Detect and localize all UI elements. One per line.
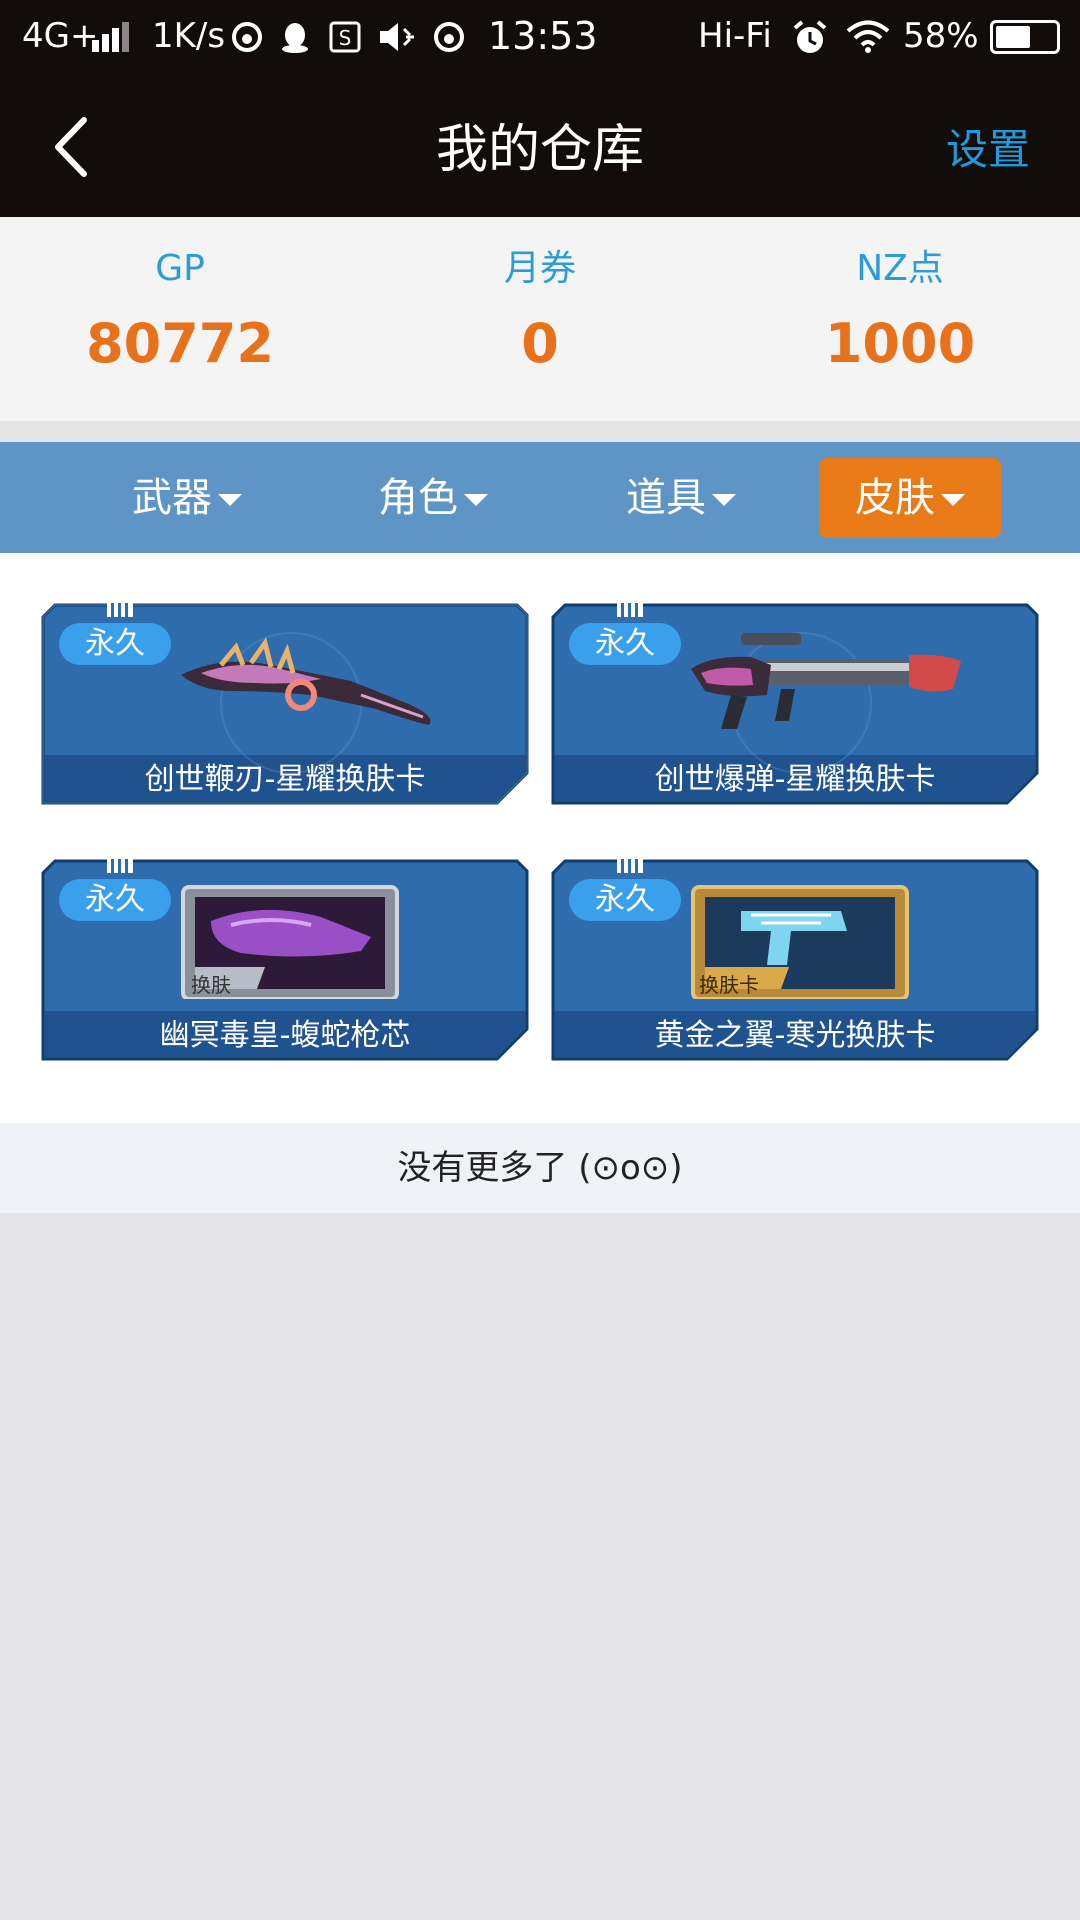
no-more-indicator: 没有更多了 (⊙o⊙): [0, 1123, 1080, 1213]
currency-value: 80772: [86, 312, 274, 375]
blade-weapon-image: [181, 637, 431, 725]
network-speed: 1K/s: [152, 16, 226, 56]
app-header: 我的仓库 设置: [0, 72, 1080, 217]
currency-nz-points: NZ点 1000: [720, 217, 1080, 375]
caret-down-icon: [464, 494, 488, 506]
item-name: 创世鞭刃-星耀换肤卡: [144, 762, 426, 797]
filter-tab-label: 道具: [626, 475, 706, 521]
category-filter-bar: 武器 角色 道具 皮肤: [0, 442, 1080, 553]
card-label: 换肤卡: [699, 973, 759, 997]
permanent-badge: 永久: [569, 879, 681, 921]
item-card[interactable]: 永久 创世爆弹-星耀换肤卡: [551, 603, 1039, 805]
currency-label: 月券: [503, 248, 576, 289]
card-label: 换肤: [191, 973, 231, 997]
alarm-icon: [792, 20, 827, 54]
caret-down-icon: [218, 494, 242, 506]
item-card[interactable]: 换肤卡 永久 黄金之翼-寒光换肤卡: [551, 859, 1039, 1061]
network-type: 4G+: [22, 16, 99, 56]
qq-icon: [278, 20, 312, 54]
currency-label: NZ点: [856, 248, 944, 289]
caret-down-icon: [712, 494, 736, 506]
settings-button[interactable]: 设置: [946, 124, 1030, 176]
svg-text:S: S: [339, 26, 352, 50]
permanent-badge: 永久: [569, 623, 681, 665]
wifi-icon: [846, 20, 890, 54]
filter-tab-label: 角色: [378, 475, 458, 521]
item-card[interactable]: 永久 创世鞭刃-星耀换肤卡: [41, 603, 529, 805]
filter-tab-label: 武器: [132, 475, 212, 521]
battery-percent: 58%: [903, 16, 979, 56]
item-name: 创世爆弹-星耀换肤卡: [654, 762, 936, 797]
signal-icon: [92, 22, 136, 52]
filter-tab-skins[interactable]: 皮肤: [819, 458, 1001, 538]
item-name: 幽冥毒皇-蝮蛇枪芯: [159, 1018, 411, 1053]
launcher-weapon-image: [691, 633, 961, 729]
clock: 13:53: [488, 14, 598, 58]
netease-icon: [230, 20, 264, 54]
currency-value: 0: [521, 312, 559, 375]
filter-tab-weapons[interactable]: 武器: [96, 458, 278, 538]
permanent-badge: 永久: [59, 879, 171, 921]
permanent-badge: 永久: [59, 623, 171, 665]
vibrate-icon: [376, 20, 414, 54]
currency-monthly-voucher: 月券 0: [360, 217, 720, 375]
battery-icon: [990, 20, 1060, 54]
filter-tab-props[interactable]: 道具: [590, 458, 772, 538]
caret-down-icon: [941, 494, 965, 506]
item-grid: 永久 创世鞭刃-星耀换肤卡 永久 创世爆弹-星耀换肤卡 换肤 永久 幽冥毒皇-蝮…: [0, 553, 1080, 1123]
currency-label: GP: [155, 248, 205, 289]
app-s-icon: S: [328, 20, 362, 54]
status-bar: 4G+ 1K/s S 13:53 Hi-Fi 58%: [0, 0, 1080, 72]
currency-panel: GP 80772 月券 0 NZ点 1000: [0, 217, 1080, 421]
netease-music-icon: [432, 20, 466, 54]
filter-tab-characters[interactable]: 角色: [342, 458, 524, 538]
page-title: 我的仓库: [435, 120, 644, 180]
currency-value: 1000: [824, 312, 976, 375]
item-card[interactable]: 换肤 永久 幽冥毒皇-蝮蛇枪芯: [41, 859, 529, 1061]
currency-gp: GP 80772: [0, 217, 360, 375]
hifi-indicator: Hi-Fi: [698, 16, 772, 56]
item-name: 黄金之翼-寒光换肤卡: [654, 1018, 936, 1053]
filter-tab-label: 皮肤: [855, 475, 935, 521]
